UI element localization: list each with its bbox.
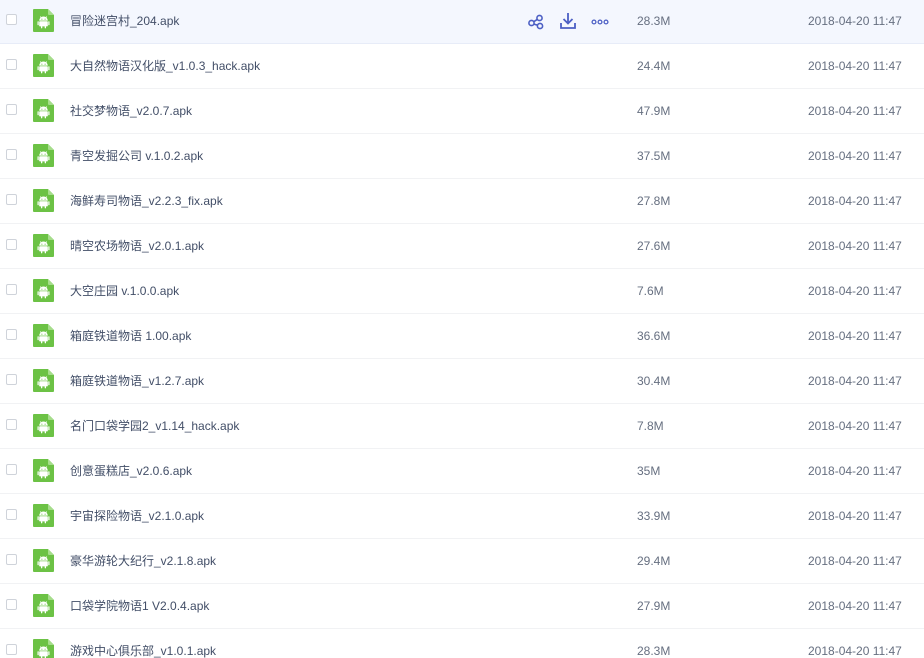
file-row[interactable]: 口袋学院物语1 V2.0.4.apk 27.9M 2018-04-20 11:4… <box>0 584 924 629</box>
download-icon[interactable] <box>559 11 577 31</box>
row-checkbox[interactable] <box>6 14 17 25</box>
file-row[interactable]: 海鲜寿司物语_v2.2.3_fix.apk 27.8M 2018-04-20 1… <box>0 179 924 224</box>
file-name[interactable]: 箱庭铁道物语 1.00.apk <box>70 328 191 344</box>
file-name[interactable]: 海鲜寿司物语_v2.2.3_fix.apk <box>70 193 223 209</box>
file-size: 36.6M <box>637 329 671 343</box>
file-row[interactable]: 宇宙探险物语_v2.1.0.apk 33.9M 2018-04-20 11:47 <box>0 494 924 539</box>
file-name[interactable]: 豪华游轮大纪行_v2.1.8.apk <box>70 553 216 569</box>
file-name[interactable]: 晴空农场物语_v2.0.1.apk <box>70 238 204 254</box>
row-checkbox[interactable] <box>6 554 17 565</box>
file-name[interactable]: 箱庭铁道物语_v1.2.7.apk <box>70 373 204 389</box>
row-checkbox[interactable] <box>6 644 17 655</box>
file-date: 2018-04-20 11:47 <box>808 509 902 523</box>
file-date: 2018-04-20 11:47 <box>808 14 902 28</box>
file-row[interactable]: 大空庄园 v.1.0.0.apk 7.6M 2018-04-20 11:47 <box>0 269 924 314</box>
android-apk-icon <box>33 549 54 572</box>
file-date: 2018-04-20 11:47 <box>808 239 902 253</box>
file-size: 27.6M <box>637 239 671 253</box>
file-size: 27.9M <box>637 599 671 613</box>
more-icon[interactable] <box>591 11 609 31</box>
android-apk-icon <box>33 639 54 658</box>
file-row[interactable]: 社交梦物语_v2.0.7.apk 47.9M 2018-04-20 11:47 <box>0 89 924 134</box>
file-size: 7.8M <box>637 419 664 433</box>
file-date: 2018-04-20 11:47 <box>808 419 902 433</box>
file-size: 30.4M <box>637 374 671 388</box>
android-apk-icon <box>33 9 54 32</box>
file-name[interactable]: 青空发掘公司 v.1.0.2.apk <box>70 148 203 164</box>
android-apk-icon <box>33 504 54 527</box>
row-checkbox[interactable] <box>6 149 17 160</box>
file-row[interactable]: 箱庭铁道物语_v1.2.7.apk 30.4M 2018-04-20 11:47 <box>0 359 924 404</box>
file-row[interactable]: 名门口袋学园2_v1.14_hack.apk 7.8M 2018-04-20 1… <box>0 404 924 449</box>
file-date: 2018-04-20 11:47 <box>808 554 902 568</box>
file-size: 28.3M <box>637 644 671 658</box>
file-size: 29.4M <box>637 554 671 568</box>
row-checkbox[interactable] <box>6 419 17 430</box>
file-name[interactable]: 名门口袋学园2_v1.14_hack.apk <box>70 418 239 434</box>
file-name[interactable]: 游戏中心俱乐部_v1.0.1.apk <box>70 643 216 658</box>
file-date: 2018-04-20 11:47 <box>808 284 902 298</box>
file-size: 7.6M <box>637 284 664 298</box>
file-name[interactable]: 创意蛋糕店_v2.0.6.apk <box>70 463 192 479</box>
file-date: 2018-04-20 11:47 <box>808 374 902 388</box>
file-date: 2018-04-20 11:47 <box>808 644 902 658</box>
android-apk-icon <box>33 99 54 122</box>
android-apk-icon <box>33 279 54 302</box>
file-name[interactable]: 冒险迷宫村_204.apk <box>70 13 179 29</box>
file-size: 35M <box>637 464 661 478</box>
file-date: 2018-04-20 11:47 <box>808 104 902 118</box>
file-row[interactable]: 箱庭铁道物语 1.00.apk 36.6M 2018-04-20 11:47 <box>0 314 924 359</box>
file-size: 27.8M <box>637 194 671 208</box>
file-date: 2018-04-20 11:47 <box>808 59 902 73</box>
file-row[interactable]: 冒险迷宫村_204.apk 28.3M 2018-04-20 11:47 <box>0 0 924 44</box>
share-icon[interactable] <box>527 11 545 31</box>
row-checkbox[interactable] <box>6 509 17 520</box>
row-checkbox[interactable] <box>6 464 17 475</box>
file-date: 2018-04-20 11:47 <box>808 194 902 208</box>
file-row[interactable]: 大自然物语汉化版_v1.0.3_hack.apk 24.4M 2018-04-2… <box>0 44 924 89</box>
android-apk-icon <box>33 459 54 482</box>
row-checkbox[interactable] <box>6 194 17 205</box>
android-apk-icon <box>33 414 54 437</box>
file-name[interactable]: 大自然物语汉化版_v1.0.3_hack.apk <box>70 58 260 74</box>
file-size: 33.9M <box>637 509 671 523</box>
file-name[interactable]: 大空庄园 v.1.0.0.apk <box>70 283 179 299</box>
row-checkbox[interactable] <box>6 329 17 340</box>
row-checkbox[interactable] <box>6 284 17 295</box>
file-size: 47.9M <box>637 104 671 118</box>
file-name[interactable]: 口袋学院物语1 V2.0.4.apk <box>70 598 209 614</box>
file-row[interactable]: 游戏中心俱乐部_v1.0.1.apk 28.3M 2018-04-20 11:4… <box>0 629 924 658</box>
file-row[interactable]: 晴空农场物语_v2.0.1.apk 27.6M 2018-04-20 11:47 <box>0 224 924 269</box>
android-apk-icon <box>33 594 54 617</box>
file-size: 37.5M <box>637 149 671 163</box>
row-checkbox[interactable] <box>6 59 17 70</box>
android-apk-icon <box>33 189 54 212</box>
row-checkbox[interactable] <box>6 599 17 610</box>
file-list: 冒险迷宫村_204.apk 28.3M 2018-04-20 11:47 大自然… <box>0 0 924 658</box>
file-row[interactable]: 青空发掘公司 v.1.0.2.apk 37.5M 2018-04-20 11:4… <box>0 134 924 179</box>
android-apk-icon <box>33 234 54 257</box>
row-checkbox[interactable] <box>6 104 17 115</box>
file-date: 2018-04-20 11:47 <box>808 464 902 478</box>
file-date: 2018-04-20 11:47 <box>808 599 902 613</box>
file-name[interactable]: 社交梦物语_v2.0.7.apk <box>70 103 192 119</box>
file-row[interactable]: 豪华游轮大纪行_v2.1.8.apk 29.4M 2018-04-20 11:4… <box>0 539 924 584</box>
android-apk-icon <box>33 324 54 347</box>
android-apk-icon <box>33 144 54 167</box>
row-checkbox[interactable] <box>6 239 17 250</box>
file-size: 24.4M <box>637 59 671 73</box>
android-apk-icon <box>33 369 54 392</box>
row-checkbox[interactable] <box>6 374 17 385</box>
file-name[interactable]: 宇宙探险物语_v2.1.0.apk <box>70 508 204 524</box>
file-row[interactable]: 创意蛋糕店_v2.0.6.apk 35M 2018-04-20 11:47 <box>0 449 924 494</box>
file-date: 2018-04-20 11:47 <box>808 149 902 163</box>
file-date: 2018-04-20 11:47 <box>808 329 902 343</box>
file-size: 28.3M <box>637 14 671 28</box>
android-apk-icon <box>33 54 54 77</box>
